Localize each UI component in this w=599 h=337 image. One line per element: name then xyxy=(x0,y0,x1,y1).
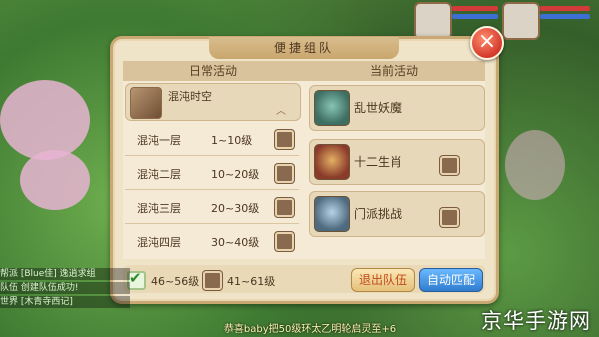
chat-log[interactable]: 帮派 [Blue佳] 逸逍求组 队伍 创建队伍成功! 世界 [木青寺西记] xyxy=(0,268,130,310)
activity-zodiac-icon xyxy=(314,144,350,180)
level-option-checkbox[interactable] xyxy=(203,271,222,290)
chevron-up-icon[interactable]: ︿ xyxy=(276,102,286,117)
watermark: 京华手游网 xyxy=(481,309,591,333)
ally-portrait[interactable] xyxy=(414,2,452,40)
player-mp-bar xyxy=(540,14,590,19)
activity-checkbox[interactable] xyxy=(440,208,459,227)
dungeon-checkbox[interactable] xyxy=(275,130,294,149)
player-hp-bar xyxy=(540,6,590,11)
chat-line: 队伍 创建队伍成功! xyxy=(0,282,130,294)
activity-sect-icon xyxy=(314,196,350,232)
ally-hp-bar xyxy=(452,6,498,11)
exit-team-button[interactable]: 退出队伍 xyxy=(351,268,415,292)
dungeon-name: 混沌三层 xyxy=(137,202,181,215)
dungeon-checkbox[interactable] xyxy=(275,198,294,217)
activity-name: 十二生肖 xyxy=(354,155,403,169)
cherry-blossom-tree xyxy=(505,130,565,200)
activity-card[interactable]: 十二生肖 xyxy=(309,139,485,185)
activity-checkbox[interactable] xyxy=(440,156,459,175)
dungeon-row[interactable]: 混沌二层 10~20级 xyxy=(125,157,299,190)
mode-thumbnail-icon xyxy=(130,87,162,119)
activity-card[interactable]: 乱世妖魔 xyxy=(309,85,485,131)
dungeon-level: 1~10级 xyxy=(211,134,253,147)
dungeon-checkbox[interactable] xyxy=(275,164,294,183)
activity-monster-icon xyxy=(314,90,350,126)
dungeon-row[interactable]: 混沌四层 30~40级 xyxy=(125,225,299,257)
cherry-blossom-tree xyxy=(20,150,90,210)
dungeon-level: 30~40级 xyxy=(211,236,260,249)
close-icon[interactable]: × xyxy=(470,26,504,60)
system-announcement: 恭喜baby把50级环太乙明轮启灵至+6 xyxy=(223,324,397,335)
activity-name: 门派挑战 xyxy=(354,207,403,221)
current-activities-header: 当前活动 xyxy=(303,61,485,81)
mode-name: 混沌时空 xyxy=(168,90,212,103)
mode-selector[interactable]: 混沌时空 ︿ xyxy=(125,83,301,121)
dungeon-row[interactable]: 混沌三层 20~30级 xyxy=(125,191,299,224)
player-portrait[interactable] xyxy=(502,2,540,40)
dungeon-row[interactable]: 混沌一层 1~10级 xyxy=(125,123,299,156)
daily-activities-header: 日常活动 xyxy=(123,61,303,81)
dungeon-checkbox[interactable] xyxy=(275,232,294,251)
activity-card[interactable]: 门派挑战 xyxy=(309,191,485,237)
cherry-blossom-tree xyxy=(0,80,90,160)
dialog-title: 便捷组队 xyxy=(209,37,399,59)
dungeon-level: 20~30级 xyxy=(211,202,260,215)
level-option-label: 41~61级 xyxy=(227,275,276,288)
ally-mp-bar xyxy=(452,14,498,19)
chat-line: 帮派 [Blue佳] 逸逍求组 xyxy=(0,268,130,280)
level-option-label: 46~56级 xyxy=(151,275,200,288)
quick-team-dialog: 便捷组队 日常活动 当前活动 混沌时空 ︿ 混沌一层 1~10级 混沌二层 10… xyxy=(110,36,499,304)
dungeon-name: 混沌四层 xyxy=(137,236,181,249)
chat-line: 世界 [木青寺西记] xyxy=(0,296,130,308)
dungeon-name: 混沌一层 xyxy=(137,134,181,147)
auto-match-button[interactable]: 自动匹配 xyxy=(419,268,483,292)
dungeon-level: 10~20级 xyxy=(211,168,260,181)
dungeon-name: 混沌二层 xyxy=(137,168,181,181)
activity-name: 乱世妖魔 xyxy=(354,101,403,115)
